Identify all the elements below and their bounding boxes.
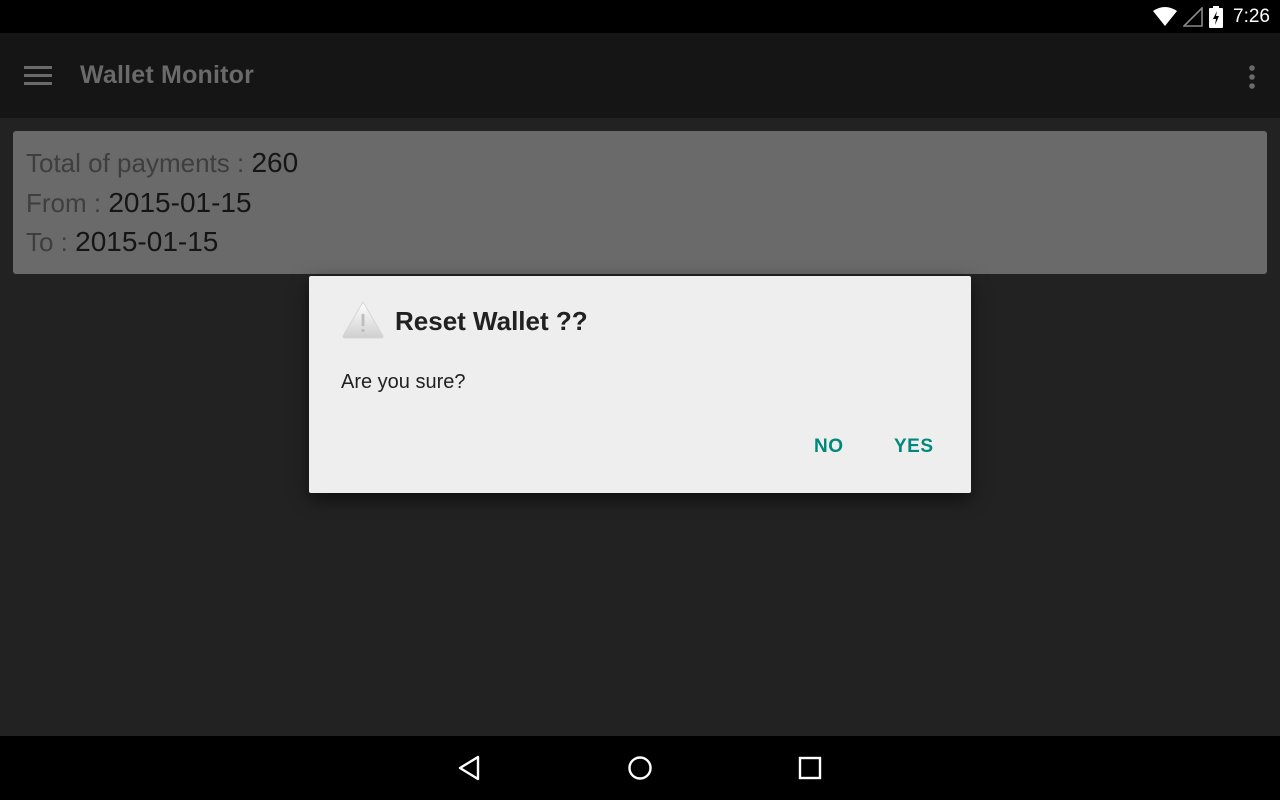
- app-title: Wallet Monitor: [80, 61, 255, 89]
- from-date-row: From : 2015-01-15: [26, 187, 252, 219]
- total-payments-value: 260: [251, 147, 299, 178]
- from-date-value: 2015-01-15: [108, 187, 252, 218]
- payments-summary-card: Total of payments : 260 From : 2015-01-1…: [13, 131, 1267, 274]
- wifi-icon: [1153, 6, 1178, 26]
- to-date-row: To : 2015-01-15: [26, 226, 218, 258]
- dialog-title: Reset Wallet ??: [395, 306, 588, 336]
- home-icon[interactable]: [626, 754, 654, 782]
- status-time: 7:26: [1233, 5, 1270, 27]
- menu-icon[interactable]: [24, 65, 52, 87]
- warning-icon: [342, 301, 384, 339]
- battery-charging-icon: [1209, 5, 1224, 28]
- status-bar: 7:26: [0, 0, 1280, 33]
- to-date-value: 2015-01-15: [75, 226, 219, 257]
- system-navigation-bar: [0, 736, 1280, 800]
- back-icon[interactable]: [456, 754, 484, 782]
- to-label: To :: [26, 227, 76, 257]
- dialog-message: Are you sure?: [341, 371, 466, 393]
- recents-icon[interactable]: [796, 754, 824, 782]
- no-button[interactable]: NO: [814, 436, 844, 458]
- app-toolbar: Wallet Monitor: [0, 33, 1280, 118]
- cell-signal-icon: [1183, 6, 1203, 27]
- total-payments-label: Total of payments :: [26, 148, 252, 178]
- status-icons: 7:26: [1153, 0, 1270, 33]
- yes-button[interactable]: YES: [894, 436, 934, 458]
- overflow-menu-icon[interactable]: [1246, 63, 1258, 91]
- from-label: From :: [26, 188, 109, 218]
- reset-wallet-dialog: Reset Wallet ?? Are you sure? NO YES: [309, 276, 971, 493]
- total-payments-row: Total of payments : 260: [26, 147, 298, 179]
